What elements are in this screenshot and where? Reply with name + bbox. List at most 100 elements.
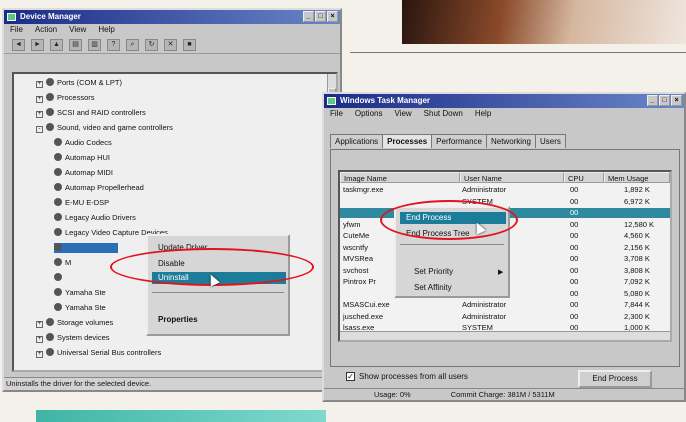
up-icon[interactable]: ▲ — [50, 38, 63, 51]
process-cell-mem[interactable]: 7,844 K — [624, 300, 650, 310]
tree-item[interactable]: Legacy Audio Drivers — [54, 213, 136, 223]
menu-set-priority[interactable]: Set Priority — [408, 266, 453, 278]
tree-item[interactable]: + Ports (COM & LPT) — [36, 78, 122, 88]
process-cell-name[interactable]: MSASCui.exe — [343, 300, 390, 310]
menu-file[interactable]: File — [10, 24, 23, 36]
menu-action[interactable]: Action — [35, 24, 57, 36]
menu-shut-down[interactable]: Shut Down — [424, 108, 463, 120]
tab-performance[interactable]: Performance — [431, 134, 487, 148]
menu-properties[interactable]: Properties — [152, 314, 198, 326]
tree-item[interactable]: Automap Propellerhead — [54, 183, 144, 193]
tree-item[interactable]: Automap MIDI — [54, 168, 113, 178]
help-icon[interactable]: ? — [107, 38, 120, 51]
expand-icon[interactable]: + — [36, 351, 43, 358]
checkbox-box[interactable]: ✓ — [346, 372, 355, 381]
tree-item[interactable]: - Sound, video and game controllers — [36, 123, 173, 133]
tree-item[interactable]: E-MU E-DSP — [54, 198, 109, 208]
forward-icon[interactable]: ► — [31, 38, 44, 51]
process-cell-user[interactable]: Administrator — [462, 185, 506, 195]
minimize-button[interactable]: _ — [647, 95, 658, 106]
uninstall-icon[interactable]: ✕ — [164, 38, 177, 51]
tree-item[interactable]: Yamaha Ste — [54, 303, 106, 313]
tree-item[interactable]: + Universal Serial Bus controllers — [36, 348, 161, 358]
column-user-name[interactable]: User Name — [460, 172, 564, 183]
process-cell-cpu[interactable]: 00 — [570, 208, 578, 218]
process-cell-cpu[interactable]: 00 — [570, 289, 578, 299]
expand-icon[interactable]: + — [36, 321, 43, 328]
tree-item[interactable]: Audio Codecs — [54, 138, 112, 148]
menu-end-process-tree[interactable]: End Process Tree — [400, 228, 470, 240]
process-cell-name[interactable]: svchost — [343, 266, 368, 276]
collapse-icon[interactable]: - — [36, 126, 43, 133]
tree-item[interactable]: Yamaha Ste — [54, 288, 106, 298]
process-cell-mem[interactable]: 4,560 K — [624, 231, 650, 241]
close-button[interactable]: × — [671, 95, 682, 106]
process-cell-cpu[interactable]: 00 — [570, 231, 578, 241]
process-cell-mem[interactable]: 2,300 K — [624, 312, 650, 322]
process-cell-name[interactable]: taskmgr.exe — [343, 185, 383, 195]
tab-processes[interactable]: Processes — [382, 134, 433, 148]
scan-hardware-icon[interactable]: ⌕ — [126, 38, 139, 51]
close-button[interactable]: × — [327, 11, 338, 22]
process-cell-name[interactable]: wscntfy — [343, 243, 368, 253]
disable-icon[interactable]: ■ — [183, 38, 196, 51]
menu-set-affinity[interactable]: Set Affinity — [408, 282, 452, 294]
tree-item[interactable]: + SCSI and RAID controllers — [36, 108, 146, 118]
tab-users[interactable]: Users — [534, 134, 566, 148]
menu-view[interactable]: View — [394, 108, 411, 120]
tab-applications[interactable]: Applications — [330, 134, 384, 148]
maximize-button[interactable]: □ — [659, 95, 670, 106]
process-cell-cpu[interactable]: 00 — [570, 220, 578, 230]
task-manager-titlebar[interactable]: Windows Task Manager _ □ × — [324, 94, 684, 108]
process-cell-cpu[interactable]: 00 — [570, 243, 578, 253]
process-cell-cpu[interactable]: 00 — [570, 197, 578, 207]
process-cell-cpu[interactable]: 00 — [570, 323, 578, 333]
process-cell-name[interactable]: CuteMe — [343, 231, 369, 241]
process-cell-mem[interactable]: 3,808 K — [624, 266, 650, 276]
process-cell-mem[interactable]: 3,708 K — [624, 254, 650, 264]
process-cell-cpu[interactable]: 00 — [570, 277, 578, 287]
process-cell-name[interactable]: yfwm — [343, 220, 361, 230]
menu-file[interactable]: File — [330, 108, 343, 120]
process-cell-cpu[interactable]: 00 — [570, 312, 578, 322]
tree-item[interactable] — [54, 243, 118, 253]
column-mem-usage[interactable]: Mem Usage — [604, 172, 670, 183]
expand-icon[interactable]: + — [36, 111, 43, 118]
end-process-button[interactable]: End Process — [578, 370, 652, 388]
tree-item[interactable]: Automap HUI — [54, 153, 110, 163]
process-cell-name[interactable]: jusched.exe — [343, 312, 383, 322]
print-icon[interactable]: ▥ — [88, 38, 101, 51]
menu-help[interactable]: Help — [475, 108, 491, 120]
process-cell-name[interactable]: MVSRea — [343, 254, 373, 264]
process-cell-user[interactable]: Administrator — [462, 300, 506, 310]
list-scrollbar[interactable] — [340, 331, 670, 340]
tree-item[interactable]: M — [54, 258, 71, 268]
tree-item[interactable]: + Processors — [36, 93, 95, 103]
menu-view[interactable]: View — [69, 24, 86, 36]
process-cell-user[interactable]: SYSTEM — [462, 323, 493, 333]
tree-item[interactable]: + System devices — [36, 333, 110, 343]
menu-update-driver[interactable]: Update Driver — [152, 242, 207, 254]
process-cell-name[interactable]: lsass.exe — [343, 323, 374, 333]
process-cell-cpu[interactable]: 00 — [570, 185, 578, 195]
properties-icon[interactable]: ▤ — [69, 38, 82, 51]
process-cell-mem[interactable]: 5,080 K — [624, 289, 650, 299]
process-cell-mem[interactable]: 1,892 K — [624, 185, 650, 195]
process-cell-mem[interactable]: 1,000 K — [624, 323, 650, 333]
maximize-button[interactable]: □ — [315, 11, 326, 22]
process-cell-mem[interactable]: 2,156 K — [624, 243, 650, 253]
tree-item[interactable]: + Storage volumes — [36, 318, 113, 328]
process-cell-name[interactable]: Pintrox Pr — [343, 277, 376, 287]
expand-icon[interactable]: + — [36, 96, 43, 103]
column-image-name[interactable]: Image Name — [340, 172, 460, 183]
process-cell-cpu[interactable]: 00 — [570, 266, 578, 276]
menu-help[interactable]: Help — [98, 24, 114, 36]
expand-icon[interactable]: + — [36, 336, 43, 343]
expand-icon[interactable]: + — [36, 81, 43, 88]
show-all-processes-checkbox[interactable]: ✓ Show processes from all users — [346, 372, 468, 381]
device-manager-titlebar[interactable]: Device Manager _ □ × — [4, 10, 340, 24]
column-cpu[interactable]: CPU — [564, 172, 604, 183]
process-cell-cpu[interactable]: 00 — [570, 254, 578, 264]
process-cell-mem[interactable]: 7,092 K — [624, 277, 650, 287]
process-cell-cpu[interactable]: 00 — [570, 300, 578, 310]
